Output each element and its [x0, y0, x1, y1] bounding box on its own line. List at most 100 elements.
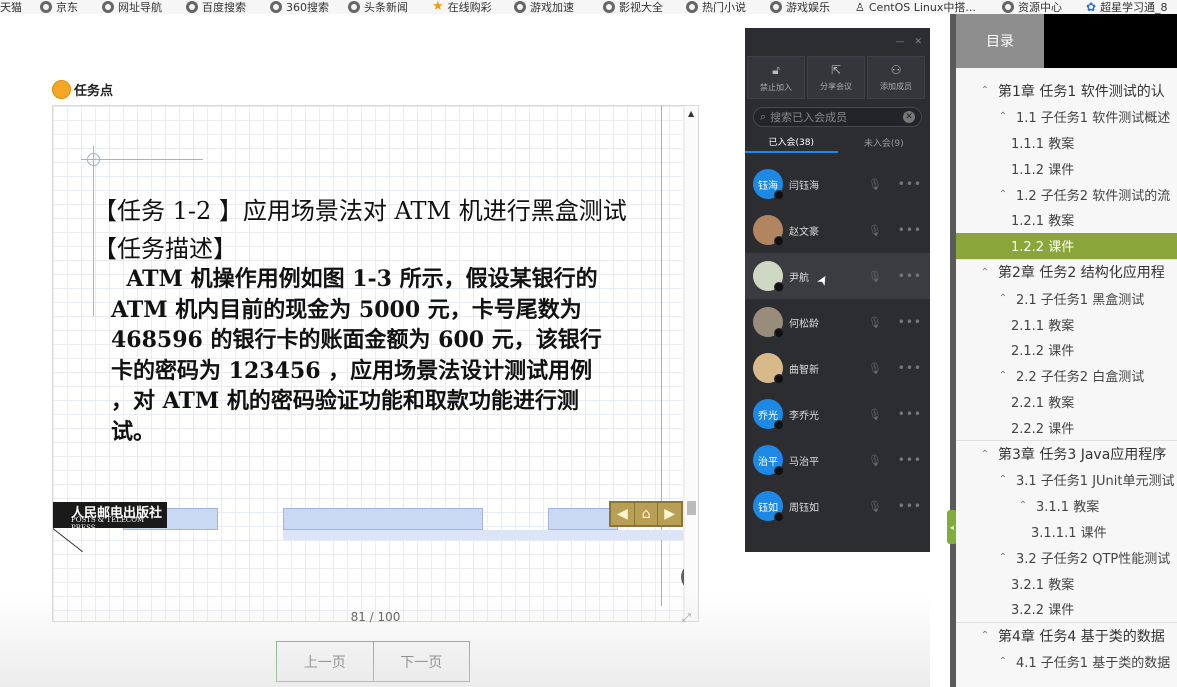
bookmark-item[interactable]: 热门小说: [686, 0, 746, 14]
mic-muted-icon[interactable]: 🎙︎: [868, 454, 882, 467]
toc-item[interactable]: 2.2.1 教案: [956, 389, 1177, 415]
chevron-up-icon[interactable]: ⌃: [978, 85, 992, 96]
toc-item[interactable]: 1.1.1 教案: [956, 130, 1177, 156]
member-row[interactable]: 钰海 闫钰海 🎙︎ •••: [745, 161, 930, 207]
chevron-up-icon[interactable]: ⌃: [996, 111, 1010, 122]
toc-chapter[interactable]: ⌃ 第1章 任务1 软件测试的认: [956, 78, 1177, 104]
member-row[interactable]: 何松龄 🎙︎ •••: [745, 299, 930, 345]
toc-item[interactable]: ⌃ 4.1 子任务1 基于类的数据: [956, 649, 1177, 675]
chevron-up-icon[interactable]: ⌃: [996, 552, 1010, 563]
lock-meeting-button[interactable]: 🔓︎ 禁止加入: [747, 56, 805, 99]
more-options-icon[interactable]: •••: [898, 269, 922, 283]
chevron-up-icon[interactable]: ⌃: [996, 189, 1010, 200]
member-row[interactable]: 钰如 周钰如 🎙︎ •••: [745, 483, 930, 529]
tab-toc[interactable]: 目录: [956, 14, 1044, 68]
toc-item[interactable]: 3.2.1 教案: [956, 570, 1177, 596]
toc-item[interactable]: 1.2.2 课件: [956, 232, 1177, 259]
bookmark-item[interactable]: ♙ CentOS Linux中搭...: [855, 0, 976, 15]
next-page-button[interactable]: 下一页: [374, 642, 470, 681]
toc-item[interactable]: ⌃ 3.1 子任务1 JUnit单元测试: [956, 467, 1177, 493]
bookmark-item[interactable]: 资源中心: [1002, 0, 1062, 14]
chevron-up-icon[interactable]: ⌃: [996, 370, 1010, 381]
more-options-icon[interactable]: •••: [898, 361, 922, 375]
home-icon[interactable]: ⌂: [635, 503, 659, 525]
bookmark-item[interactable]: 360搜索: [270, 0, 329, 14]
toc-item[interactable]: ⌃ 2.2 子任务2 白盒测试: [956, 363, 1177, 389]
close-icon[interactable]: ✕: [914, 37, 922, 47]
toc-label: 第3章 任务3 Java应用程序: [998, 447, 1167, 464]
member-row[interactable]: 赵文豪 🎙︎ •••: [745, 207, 930, 253]
toc-chapter[interactable]: ⌃ 第3章 任务3 Java应用程序: [956, 441, 1177, 467]
mic-muted-icon[interactable]: 🎙︎: [868, 316, 882, 329]
toc-label: 2.1.1 教案: [1011, 318, 1075, 334]
prev-page-button[interactable]: 上一页: [277, 642, 374, 681]
bookmark-label: 影视大全: [619, 1, 663, 14]
toc-item[interactable]: ⌃ 1.2 子任务2 软件测试的流: [956, 181, 1177, 207]
mic-muted-icon[interactable]: 🎙︎: [868, 224, 882, 237]
bookmark-item[interactable]: 影视大全: [603, 0, 663, 14]
next-arrow-icon[interactable]: ▶: [658, 503, 681, 525]
chevron-up-icon[interactable]: ⌃: [996, 293, 1010, 304]
mic-muted-icon[interactable]: 🎙︎: [868, 178, 882, 191]
toc-chapter[interactable]: ⌃ 第2章 任务2 结构化应用程: [956, 260, 1177, 286]
slide-title: 【任务 1-2 】应用场景法对 ATM 机进行黑盒测试: [93, 197, 627, 225]
toc-item[interactable]: 3.2.2 课件: [956, 596, 1177, 622]
clear-search-icon[interactable]: ✕: [903, 111, 915, 123]
mic-muted-icon[interactable]: 🎙︎: [868, 362, 882, 375]
member-row[interactable]: 曲智新 🎙︎ •••: [745, 345, 930, 391]
chevron-up-icon[interactable]: ⌃: [1016, 500, 1030, 511]
bookmark-label: 资源中心: [1018, 1, 1062, 14]
bookmark-item[interactable]: 百度搜索: [186, 0, 246, 14]
bookmark-item[interactable]: 头条新闻: [348, 0, 408, 14]
toc-chapter[interactable]: ⌃ 第4章 任务4 基于类的数据: [956, 623, 1177, 649]
document-scrollbar[interactable]: ▲: [684, 106, 698, 621]
chevron-up-icon[interactable]: ⌃: [978, 267, 992, 278]
toc-item[interactable]: ⌃ 1.1 子任务1 软件测试概述: [956, 104, 1177, 130]
more-options-icon[interactable]: •••: [898, 453, 922, 467]
avatar: 钰海: [753, 169, 784, 200]
more-options-icon[interactable]: •••: [898, 407, 922, 421]
bookmark-item[interactable]: 游戏加速: [514, 0, 574, 14]
toc-item[interactable]: 3.1.1.1 课件: [956, 519, 1177, 545]
chevron-up-icon[interactable]: ⌃: [996, 656, 1010, 667]
bookmark-item[interactable]: 天猫: [0, 0, 22, 14]
share-meeting-button[interactable]: ⇱ 分享会议: [807, 56, 865, 99]
toc-item[interactable]: 1.2.1 教案: [956, 207, 1177, 233]
fullscreen-icon[interactable]: ⤢: [682, 611, 691, 625]
toc-item[interactable]: 1.1.2 课件: [956, 155, 1177, 181]
scroll-thumb[interactable]: [687, 501, 696, 515]
more-options-icon[interactable]: •••: [898, 223, 922, 237]
prev-arrow-icon[interactable]: ◀: [611, 503, 635, 525]
toc-item[interactable]: 2.2.2 课件: [956, 414, 1177, 440]
scroll-up-icon[interactable]: ▲: [688, 109, 694, 118]
bookmark-item[interactable]: 网址导航: [102, 0, 162, 14]
member-row[interactable]: 乔光 李乔光 🎙︎ •••: [745, 391, 930, 437]
toc-item[interactable]: 2.1.1 教案: [956, 311, 1177, 337]
add-member-button[interactable]: ⚇ 添加成员: [867, 56, 925, 99]
more-options-icon[interactable]: •••: [898, 177, 922, 191]
document-viewer[interactable]: 【任务 1-2 】应用场景法对 ATM 机进行黑盒测试 【任务描述】 ATM 机…: [52, 105, 699, 622]
toc-item[interactable]: ⌃ 3.2 子任务2 QTP性能测试: [956, 544, 1177, 570]
chevron-up-icon[interactable]: ⌃: [996, 474, 1010, 485]
tab-joined[interactable]: 已入会(38): [745, 131, 838, 153]
bookmark-item[interactable]: 京东: [40, 0, 78, 14]
pager: 上一页 下一页: [276, 641, 470, 682]
chevron-up-icon[interactable]: ⌃: [978, 630, 992, 641]
mic-muted-icon[interactable]: 🎙︎: [868, 408, 882, 421]
tab-not-joined[interactable]: 未入会(9): [838, 131, 931, 153]
member-row[interactable]: 尹航 🎙︎ ••• ➤: [745, 253, 930, 299]
mic-muted-icon[interactable]: 🎙︎: [868, 270, 882, 283]
mic-muted-icon[interactable]: 🎙︎: [868, 500, 882, 513]
more-options-icon[interactable]: •••: [898, 315, 922, 329]
bookmark-item[interactable]: ✿ 超星学习通_8: [1086, 0, 1168, 14]
minimize-icon[interactable]: —: [895, 37, 904, 47]
toc-item[interactable]: 2.1.2 课件: [956, 337, 1177, 363]
member-row[interactable]: 治平 马治平 🎙︎ •••: [745, 437, 930, 483]
member-search-input[interactable]: ⌕ 搜索已入会成员 ✕: [753, 107, 922, 127]
bookmark-item[interactable]: 游戏娱乐: [770, 0, 830, 14]
more-options-icon[interactable]: •••: [898, 499, 922, 513]
bookmark-item[interactable]: ★ 在线购彩: [432, 0, 492, 14]
chevron-up-icon[interactable]: ⌃: [978, 449, 992, 460]
toc-item[interactable]: ⌃ 3.1.1 教案: [956, 493, 1177, 519]
toc-item[interactable]: ⌃ 2.1 子任务1 黑盒测试: [956, 285, 1177, 311]
